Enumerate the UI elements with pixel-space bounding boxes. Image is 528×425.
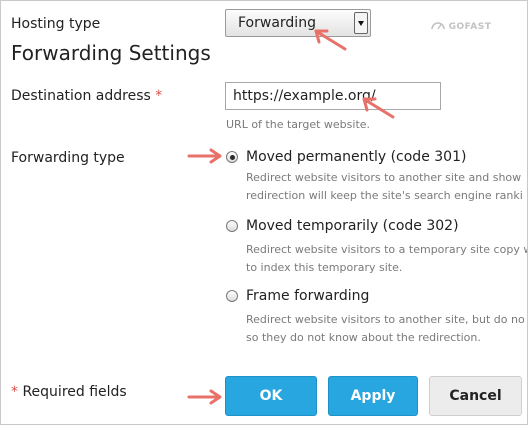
annotation-arrow-icon — [314, 29, 347, 51]
cancel-button[interactable]: Cancel — [429, 376, 522, 416]
option-moved-permanently-label[interactable]: Moved permanently (code 301) — [246, 149, 466, 165]
required-asterisk: * — [11, 384, 18, 400]
option-moved-temporarily-desc-2: to index this temporary site. — [246, 261, 403, 274]
radio-moved-permanently[interactable] — [226, 151, 238, 163]
destination-label: Destination address * — [11, 88, 162, 104]
option-frame-forwarding-desc-2: so they do not know about the redirectio… — [246, 331, 481, 344]
radio-moved-temporarily[interactable] — [226, 220, 238, 232]
option-frame-forwarding-desc-1: Redirect website visitors to another sit… — [246, 313, 525, 326]
required-fields-text: Required fields — [22, 384, 127, 400]
annotation-arrow-icon — [187, 148, 222, 164]
option-moved-permanently-desc-2: redirection will keep the site's search … — [246, 189, 523, 202]
option-frame-forwarding-label[interactable]: Frame forwarding — [246, 288, 369, 304]
option-moved-temporarily-label[interactable]: Moved temporarily (code 302) — [246, 218, 459, 234]
hosting-type-label: Hosting type — [11, 16, 101, 32]
gauge-icon — [431, 22, 445, 30]
destination-address-input[interactable] — [225, 82, 441, 110]
radio-frame-forwarding[interactable] — [226, 290, 238, 302]
gofast-watermark: GOFAST — [431, 21, 491, 32]
annotation-arrow-icon — [362, 97, 395, 119]
watermark-text: GOFAST — [448, 22, 492, 32]
required-fields-note: * Required fields — [11, 384, 127, 400]
destination-hint: URL of the target website. — [226, 118, 371, 131]
forwarding-settings-panel: Hosting type Forwarding GOFAST Forwardin… — [0, 0, 528, 425]
page-title: Forwarding Settings — [11, 41, 211, 65]
hosting-type-value: Forwarding — [238, 15, 316, 31]
destination-label-text: Destination address — [11, 88, 151, 104]
forwarding-type-label: Forwarding type — [11, 150, 125, 166]
chevron-down-icon[interactable] — [354, 12, 368, 34]
required-asterisk: * — [155, 88, 163, 104]
apply-button[interactable]: Apply — [328, 376, 418, 416]
option-moved-temporarily-desc-1: Redirect website visitors to a temporary… — [246, 243, 528, 256]
option-moved-permanently-desc-1: Redirect website visitors to another sit… — [246, 171, 522, 184]
ok-button[interactable]: OK — [225, 376, 317, 416]
annotation-arrow-icon — [187, 389, 222, 405]
